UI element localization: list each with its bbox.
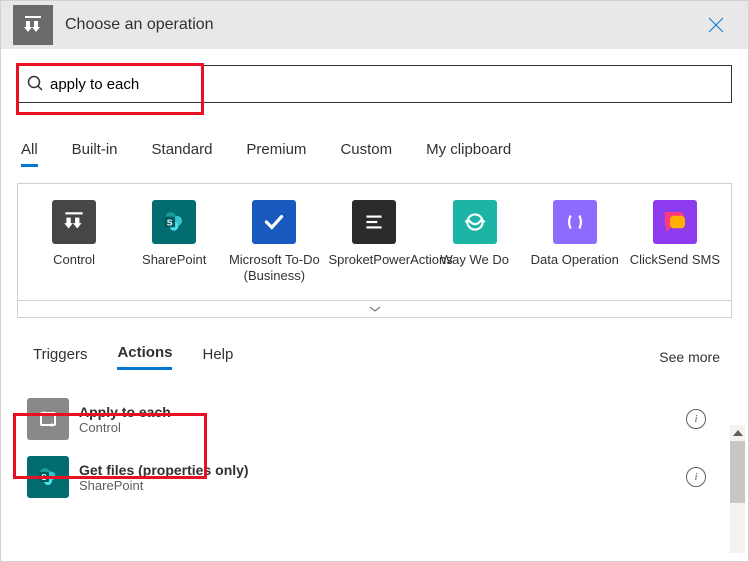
tab-my-clipboard[interactable]: My clipboard	[426, 141, 511, 167]
sproket-icon	[352, 200, 396, 244]
connector-todo[interactable]: Microsoft To-Do (Business)	[228, 200, 320, 284]
tab-actions[interactable]: Actions	[117, 344, 172, 370]
scrollbar-thumb[interactable]	[730, 441, 745, 503]
tab-standard[interactable]: Standard	[152, 141, 213, 167]
search-icon	[26, 74, 44, 95]
info-icon[interactable]: i	[686, 409, 706, 429]
connector-data-operation[interactable]: Data Operation	[529, 200, 621, 284]
tab-triggers[interactable]: Triggers	[33, 346, 87, 369]
sharepoint-icon: S	[152, 200, 196, 244]
filter-tabs: All Built-in Standard Premium Custom My …	[17, 141, 732, 167]
todo-icon	[252, 200, 296, 244]
tab-custom[interactable]: Custom	[340, 141, 392, 167]
action-title: Apply to each	[79, 404, 171, 420]
svg-text:S: S	[167, 217, 173, 227]
connector-label: SproketPowerActions	[328, 252, 420, 268]
connector-control[interactable]: Control	[28, 200, 120, 284]
scroll-up-button[interactable]	[730, 425, 745, 440]
see-more-link[interactable]: See more	[659, 349, 720, 365]
collapse-toggle[interactable]	[17, 301, 732, 318]
action-title: Get files (properties only)	[79, 462, 249, 478]
search-box[interactable]	[17, 65, 732, 103]
connector-label: SharePoint	[128, 252, 220, 268]
action-list: Apply to each Control i S Get files (pro…	[17, 390, 732, 506]
svg-text:S: S	[41, 473, 47, 482]
dialog-title: Choose an operation	[65, 16, 214, 34]
operation-brand-icon	[13, 5, 53, 45]
action-get-files[interactable]: S Get files (properties only) SharePoint…	[17, 448, 732, 506]
titlebar: Choose an operation	[1, 1, 748, 49]
control-icon	[52, 200, 96, 244]
tab-built-in[interactable]: Built-in	[72, 141, 118, 167]
loop-icon	[27, 398, 69, 440]
close-button[interactable]	[696, 5, 736, 45]
action-apply-to-each[interactable]: Apply to each Control i	[17, 390, 732, 448]
connector-wayweido[interactable]: Way We Do	[429, 200, 521, 284]
action-subtitle: SharePoint	[79, 478, 249, 493]
tab-all[interactable]: All	[21, 141, 38, 167]
connector-label: ClickSend SMS	[629, 252, 721, 268]
connector-label: Microsoft To-Do (Business)	[228, 252, 320, 284]
search-input[interactable]	[44, 75, 723, 94]
connector-label: Control	[28, 252, 120, 268]
connector-label: Way We Do	[429, 252, 521, 268]
sharepoint-icon: S	[27, 456, 69, 498]
info-icon[interactable]: i	[686, 467, 706, 487]
wayweido-icon	[453, 200, 497, 244]
connector-label: Data Operation	[529, 252, 621, 268]
connector-grid: Control S SharePoint Microsoft To-Do (Bu…	[17, 183, 732, 301]
connector-sproket[interactable]: SproketPowerActions	[328, 200, 420, 284]
connector-clicksend[interactable]: ClickSend SMS	[629, 200, 721, 284]
connector-sharepoint[interactable]: S SharePoint	[128, 200, 220, 284]
dataop-icon	[553, 200, 597, 244]
tab-help[interactable]: Help	[202, 346, 233, 369]
clicksend-icon	[653, 200, 697, 244]
action-tabs: Triggers Actions Help See more	[17, 344, 732, 370]
action-subtitle: Control	[79, 420, 171, 435]
tab-premium[interactable]: Premium	[246, 141, 306, 167]
